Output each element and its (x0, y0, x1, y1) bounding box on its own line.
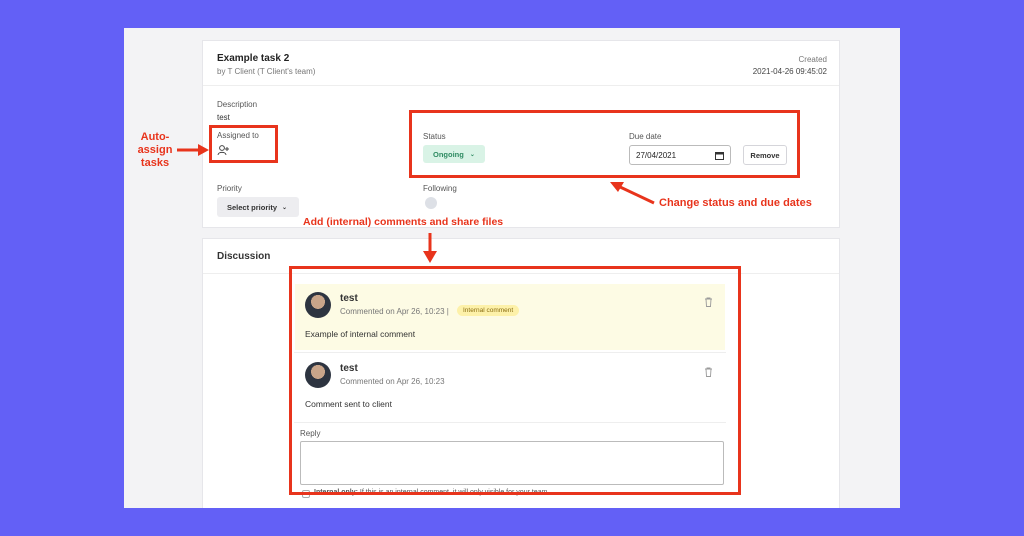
annotation-line: Auto- (140, 131, 170, 143)
comments-highlight-box (289, 266, 741, 495)
arrow-right-icon (177, 144, 209, 156)
chevron-down-icon: ⌄ (282, 204, 288, 211)
arrow-up-left-icon (610, 182, 655, 205)
priority-value: Select priority (227, 202, 278, 212)
assigned-highlight-box (209, 125, 278, 163)
task-byline: by T Client (T Client's team) (217, 67, 316, 76)
follower-avatar[interactable] (425, 197, 437, 209)
annotation-line: tasks (140, 157, 170, 169)
description-label: Description (217, 100, 258, 109)
annotation-line: assign (137, 144, 173, 156)
priority-label: Priority (217, 184, 242, 193)
arrow-down-icon (423, 233, 437, 263)
description-value: test (217, 113, 230, 122)
status-highlight-box (409, 110, 800, 178)
created-label: Created (798, 55, 827, 64)
status-annotation: Change status and due dates (659, 197, 812, 209)
comments-annotation: Add (internal) comments and share files (303, 216, 504, 228)
priority-dropdown[interactable]: Select priority ⌄ (217, 197, 299, 217)
auto-assign-annotation: Auto- assign tasks (135, 131, 175, 170)
created-value: 2021-04-26 09:45:02 (752, 67, 827, 76)
discussion-heading: Discussion (217, 251, 271, 262)
task-title: Example task 2 (217, 53, 290, 64)
divider (203, 85, 839, 86)
following-label: Following (423, 184, 457, 193)
